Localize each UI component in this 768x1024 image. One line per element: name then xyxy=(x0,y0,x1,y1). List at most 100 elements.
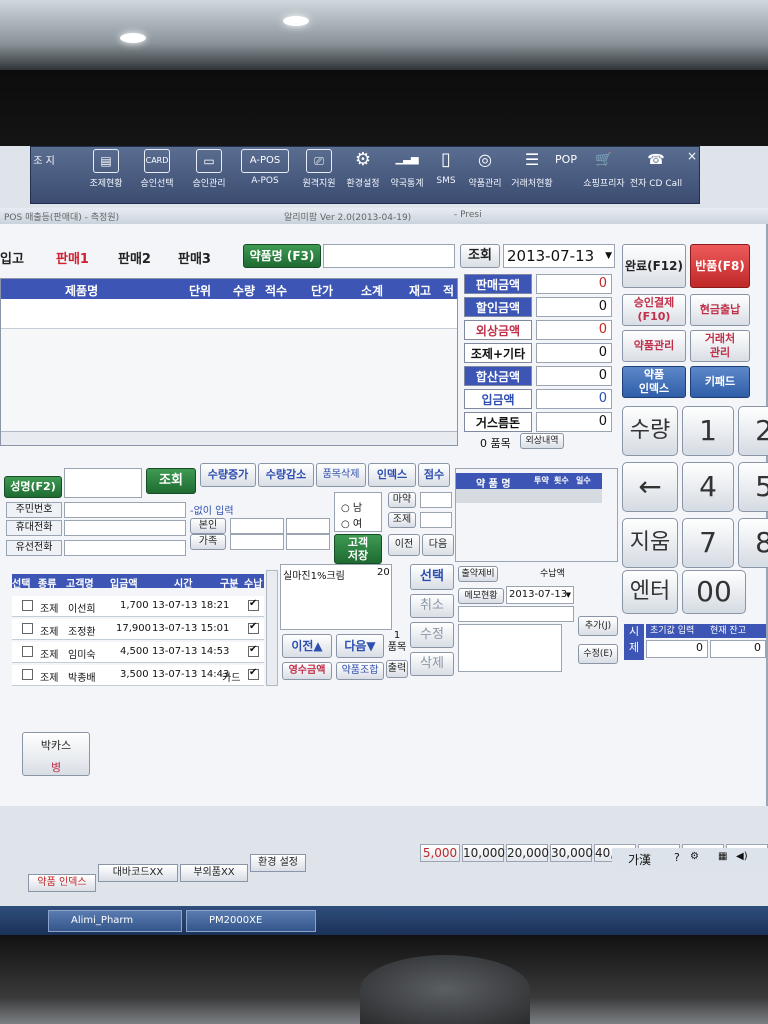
memo-body-input[interactable] xyxy=(458,624,562,672)
credit-history-button[interactable]: 외상내역 xyxy=(520,433,564,449)
drug-manage-button[interactable]: 약품관리 xyxy=(622,330,686,362)
row-select-checkbox[interactable] xyxy=(22,623,33,634)
keypad-back[interactable]: ← xyxy=(622,462,678,512)
resident-no-input[interactable] xyxy=(64,502,186,518)
print-button[interactable]: 출력 xyxy=(386,660,408,678)
complete-button[interactable]: 완료(F12) xyxy=(622,244,686,288)
return-button[interactable]: 반품(F8) xyxy=(690,244,750,288)
discount-amount-value[interactable]: 0 xyxy=(536,297,612,317)
family-field[interactable] xyxy=(230,534,284,550)
item-delete-button[interactable]: 품목삭제 xyxy=(316,463,366,487)
keypad-clear[interactable]: 지움 xyxy=(622,518,678,568)
help-icon[interactable]: ? xyxy=(674,851,680,864)
memo-box[interactable]: 실마진1%크림 20 xyxy=(280,564,392,630)
customer-next-button[interactable]: 다음 xyxy=(422,534,454,556)
toolbar-item-cd-call[interactable]: ☎ 전자 CD Call xyxy=(629,149,683,199)
toolbar-item-shopping[interactable]: 🛒 쇼핑프리자 xyxy=(579,149,629,199)
history-row[interactable]: 조제 이선희 1,700 13-07-13 18:21 xyxy=(12,596,264,617)
credit-amount-value[interactable]: 0 xyxy=(536,320,612,340)
gender-male-radio[interactable]: ○ 남 xyxy=(341,499,362,514)
cancel-button[interactable]: 취소 xyxy=(410,594,454,618)
paid-checkbox[interactable] xyxy=(248,598,259,611)
tab-quasi-drugs[interactable]: 부외품XX xyxy=(180,864,248,882)
paid-checkbox[interactable] xyxy=(248,644,259,657)
points-button[interactable]: 점수 xyxy=(418,463,450,487)
ime-indicator[interactable]: 가漢 xyxy=(628,851,651,868)
index-button[interactable]: 인덱스 xyxy=(368,463,416,487)
history-row[interactable]: 조제 임미숙 4,500 13-07-13 14:53 xyxy=(12,642,264,663)
paid-checkbox[interactable] xyxy=(248,667,259,680)
toolbar-item-approval-select[interactable]: CARD 승인선택 xyxy=(131,149,183,199)
amount-30000-button[interactable]: 30,000 xyxy=(550,844,593,862)
keypad-button[interactable]: 키패드 xyxy=(690,366,750,398)
row-select-checkbox[interactable] xyxy=(22,669,33,680)
keypad-5[interactable]: 5 xyxy=(738,462,768,512)
row-select-checkbox[interactable] xyxy=(22,646,33,657)
keypad-enter[interactable]: 엔터 xyxy=(622,570,678,614)
cash-out-button[interactable]: 현금출납 xyxy=(690,294,750,326)
narcotic-button[interactable]: 마약 xyxy=(388,492,416,508)
mobile-input[interactable] xyxy=(64,520,186,536)
prescription-row[interactable] xyxy=(456,489,602,503)
drug-index-button[interactable]: 약품 인덱스 xyxy=(622,366,686,398)
qty-decrease-button[interactable]: 수량감소 xyxy=(258,463,314,487)
tab-drug-index[interactable]: 약품 인덱스 xyxy=(28,874,96,892)
toolbar-item-pharmacy-stats[interactable]: ▁▃▅ 약국통계 xyxy=(385,149,429,199)
tab-sale-1[interactable]: 판매1 xyxy=(56,248,89,267)
tab-sale-2[interactable]: 판매2 xyxy=(118,248,151,267)
memo-add-button[interactable]: 추가(J) xyxy=(578,616,618,636)
toolbar-item-apos[interactable]: A-POS A-POS xyxy=(237,149,293,199)
drug-combo-button[interactable]: 약품조합 xyxy=(336,662,384,680)
receipt-amount-button[interactable]: 영수금액 xyxy=(282,662,332,680)
ship-fee-button[interactable]: 출약제비 xyxy=(458,566,498,582)
tab-environment-settings[interactable]: 환경 설정 xyxy=(250,854,306,872)
family-field-2[interactable] xyxy=(286,534,330,550)
taskbar-task-pm2000xe[interactable]: PM2000XE xyxy=(186,910,316,932)
toolbar-item-sms[interactable]: ▯ SMS xyxy=(431,149,461,199)
customer-save-button[interactable]: 고객 저장 xyxy=(334,534,382,564)
gender-female-radio[interactable]: ○ 여 xyxy=(341,515,362,530)
vendor-manage-button[interactable]: 거래처 관리 xyxy=(690,330,750,362)
settings-small-icon[interactable]: ⚙ xyxy=(690,851,699,862)
tab-barcode[interactable]: 대바코드XX xyxy=(98,864,178,882)
landline-input[interactable] xyxy=(64,540,186,556)
memo-next-button[interactable]: 다음▼ xyxy=(336,634,384,658)
amount-5000-button[interactable]: 5,000 xyxy=(420,844,460,862)
product-grid-row[interactable] xyxy=(1,299,457,329)
customer-lookup-button[interactable]: 조회 xyxy=(146,468,196,494)
toolbar-item-approval-manage[interactable]: ▭ 승인관리 xyxy=(183,149,235,199)
toolbar-item-dispense-status[interactable]: ▤ 조제현황 xyxy=(77,149,135,199)
customer-name-input[interactable] xyxy=(64,468,142,498)
memo-title-input[interactable] xyxy=(458,606,574,622)
taskbar-task-alimi[interactable]: Alimi_Pharm xyxy=(48,910,182,932)
edit-button[interactable]: 수정 xyxy=(410,622,454,648)
approval-payment-button[interactable]: 승인결제 (F10) xyxy=(622,294,686,326)
keypad-2[interactable]: 2 xyxy=(738,406,768,456)
paid-amount-value[interactable]: 0 xyxy=(536,389,612,409)
volume-icon[interactable]: ◀) xyxy=(736,851,748,862)
keypad-8[interactable]: 8 xyxy=(738,518,768,568)
toolbar-item-pop[interactable]: POP xyxy=(549,149,583,199)
qty-increase-button[interactable]: 수량증가 xyxy=(200,463,256,487)
keypad-7[interactable]: 7 xyxy=(682,518,734,568)
memo-modify-button[interactable]: 수정(E) xyxy=(578,644,618,664)
memo-prev-button[interactable]: 이전▲ xyxy=(282,634,332,658)
network-icon[interactable]: ▦ xyxy=(718,851,727,862)
initial-value-input[interactable]: 0 xyxy=(646,640,708,658)
amount-20000-button[interactable]: 20,000 xyxy=(506,844,549,862)
customer-prev-button[interactable]: 이전 xyxy=(388,534,420,556)
narcotic-field[interactable] xyxy=(420,492,452,508)
family-button[interactable]: 가족 xyxy=(190,534,226,550)
history-row[interactable]: 조제 박종배 3,500 13-07-13 14:43 카드 xyxy=(12,665,264,686)
search-button[interactable]: 조회 xyxy=(460,244,500,268)
quick-item-bacchus[interactable]: 박카스 병 xyxy=(22,732,90,776)
amount-10000-button[interactable]: 10,000 xyxy=(462,844,505,862)
memo-date-select[interactable]: 2013-07-13 ▼ xyxy=(506,586,574,604)
dispense-button[interactable]: 조제 xyxy=(388,512,416,528)
history-row[interactable]: 조제 조정환 17,900 13-07-13 15:01 xyxy=(12,619,264,640)
dispense-field[interactable] xyxy=(420,512,452,528)
sale-date-select[interactable]: 2013-07-13 ▼ xyxy=(503,244,615,268)
history-scrollbar[interactable] xyxy=(266,570,278,686)
keypad-qty[interactable]: 수량 xyxy=(622,406,678,456)
self-field[interactable] xyxy=(230,518,284,534)
